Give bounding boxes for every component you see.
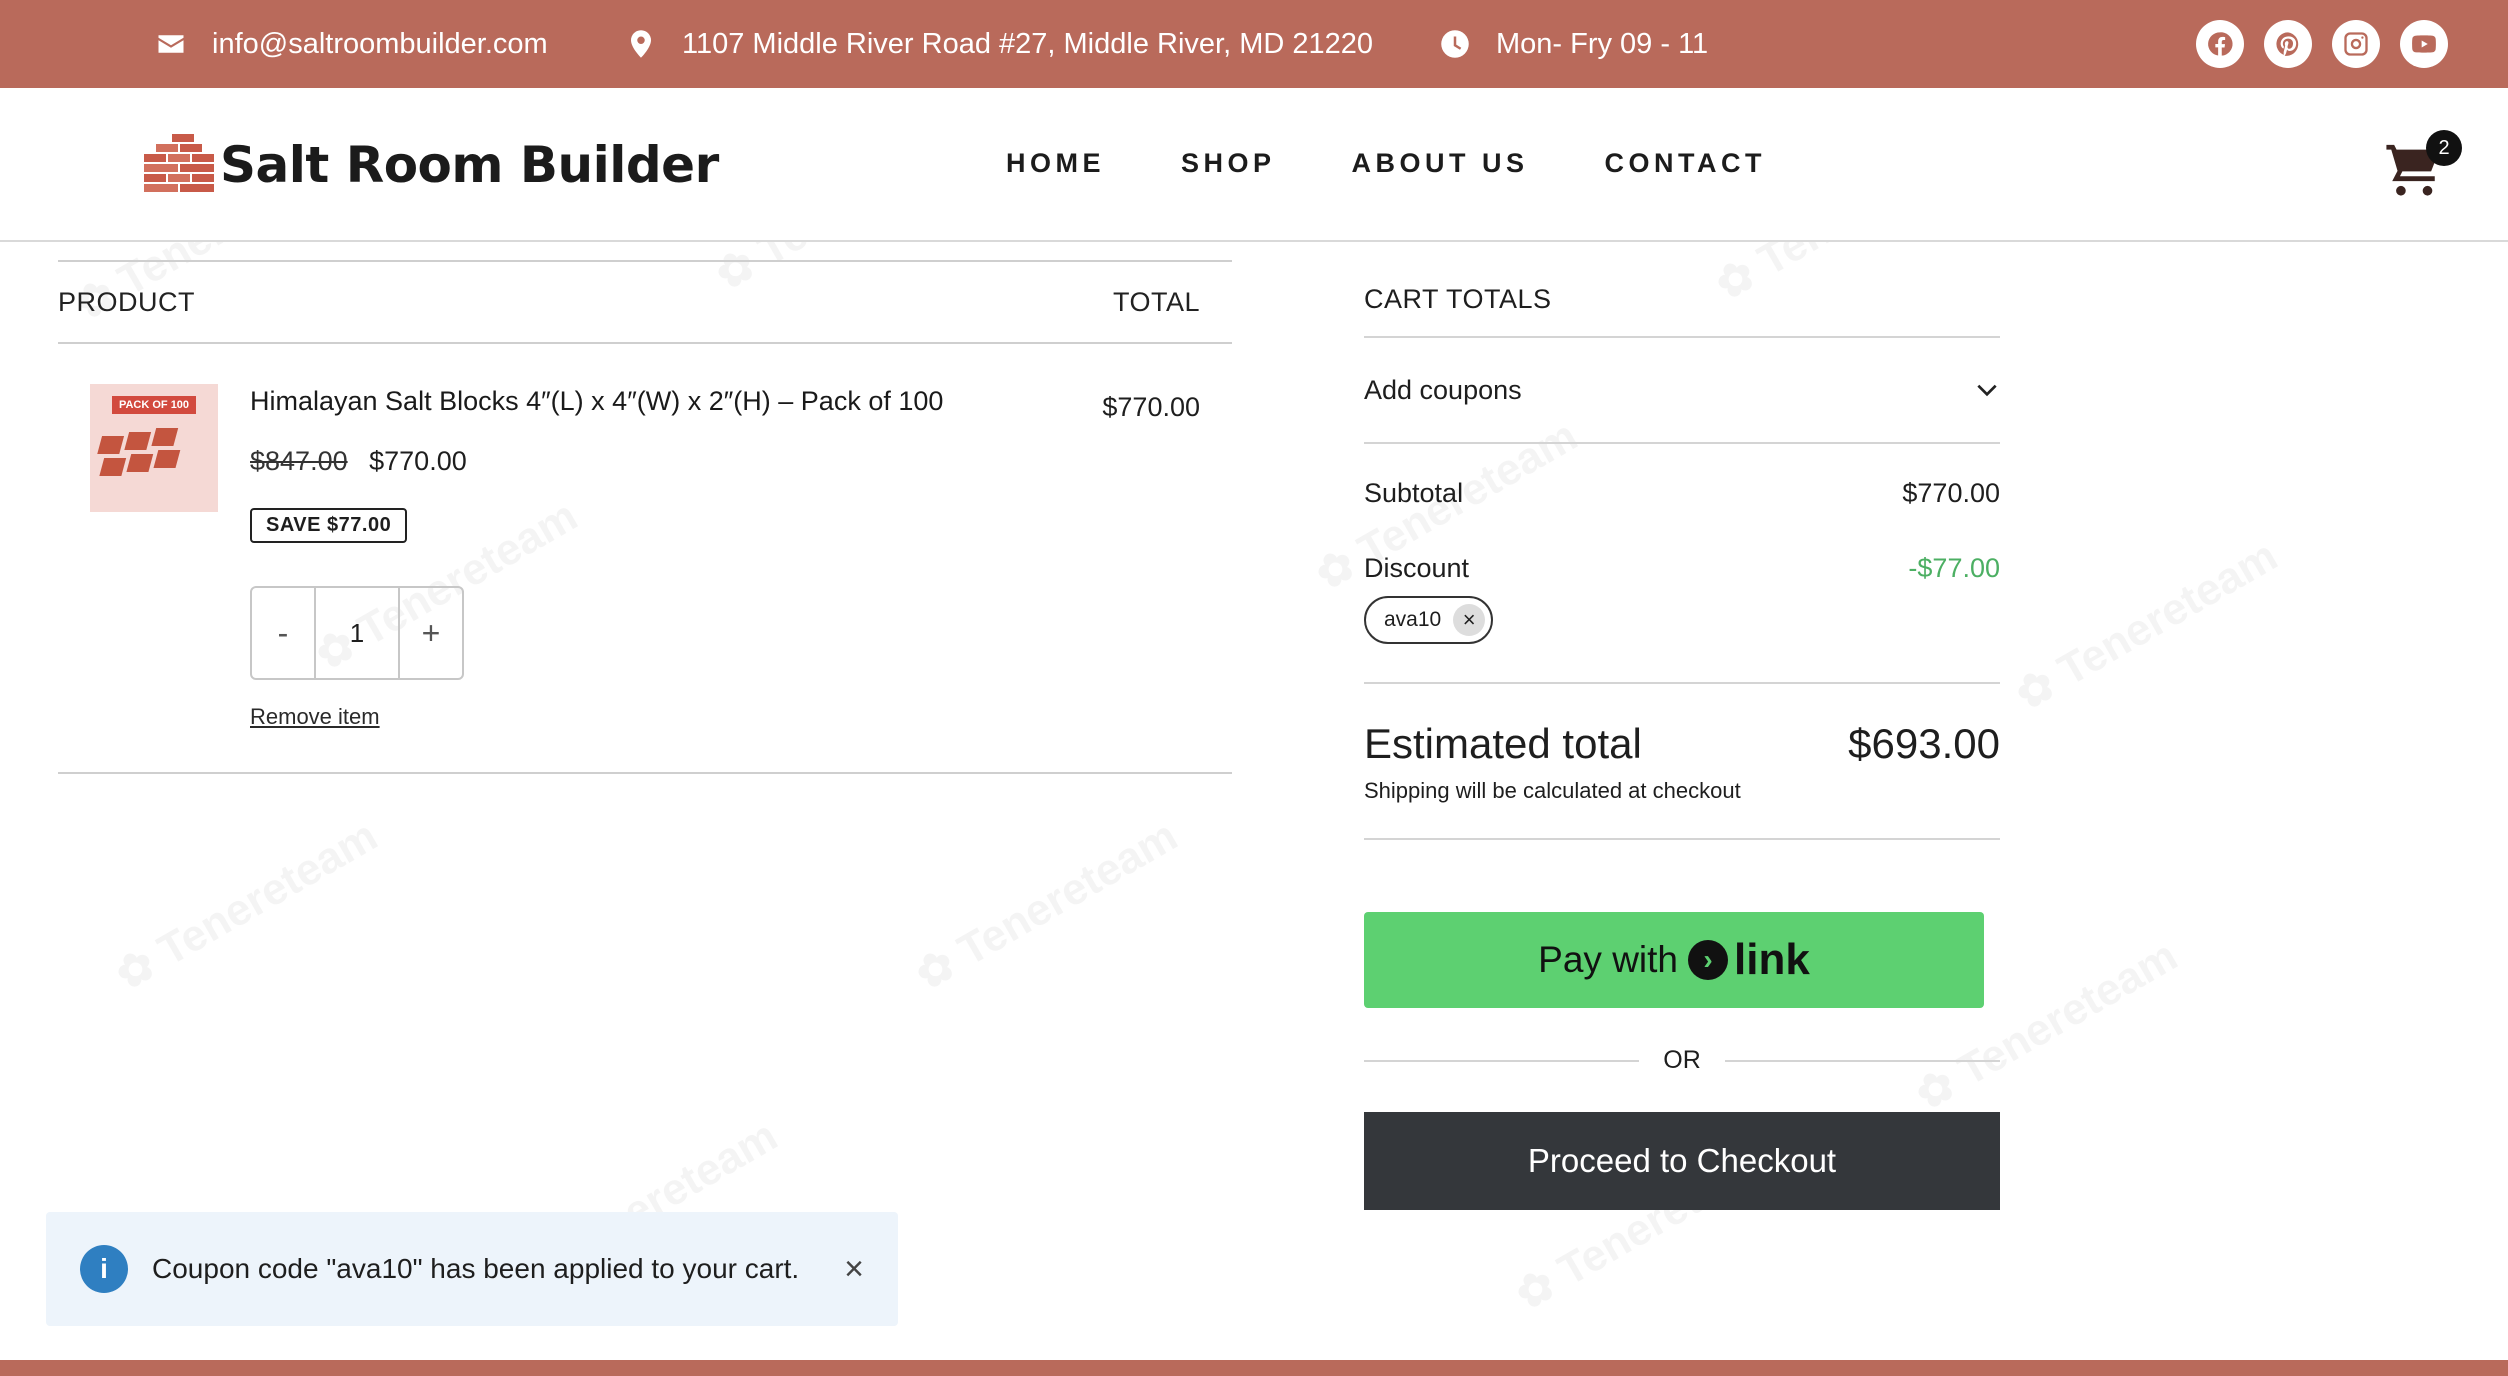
divider-line <box>1364 1059 1640 1062</box>
envelope-icon <box>158 35 184 53</box>
proceed-to-checkout-button[interactable]: Proceed to Checkout <box>1364 1112 2000 1210</box>
line-total: $770.00 <box>1102 392 1200 422</box>
or-divider: OR <box>1364 1046 2000 1075</box>
savings-badge: SAVE $77.00 <box>250 508 408 543</box>
nav-contact[interactable]: CONTACT <box>1605 148 1766 179</box>
address-text: 1107 Middle River Road #27, Middle River… <box>682 27 1373 60</box>
or-text: OR <box>1663 1046 1701 1074</box>
watermark: ✿ Tenereteam <box>107 810 386 1001</box>
footer-bar <box>0 1360 2508 1376</box>
sale-price: $770.00 <box>369 446 467 476</box>
instagram-icon <box>2344 32 2368 56</box>
main-nav: HOME SHOP ABOUT US CONTACT <box>1006 148 1842 179</box>
top-info-bar: info@saltroombuilder.com 1107 Middle Riv… <box>0 0 2508 88</box>
add-coupons-toggle[interactable]: Add coupons <box>1364 338 2000 444</box>
close-icon: × <box>844 1249 864 1288</box>
divider-line <box>1724 1059 2000 1062</box>
watermark: ✿ Tenereteam <box>907 810 1186 1001</box>
divider <box>1364 682 2000 684</box>
link-arrow-icon: › <box>1688 940 1729 980</box>
contact-address[interactable]: 1107 Middle River Road #27, Middle River… <box>626 0 1373 88</box>
site-logo[interactable]: Salt Room Builder <box>142 134 719 196</box>
business-hours: Mon- Fry 09 - 11 <box>1440 0 1708 88</box>
divider <box>58 772 1232 774</box>
nav-home[interactable]: HOME <box>1006 148 1105 179</box>
nav-shop[interactable]: SHOP <box>1181 148 1276 179</box>
facebook-link[interactable] <box>2196 20 2244 68</box>
nav-about-us[interactable]: ABOUT US <box>1352 148 1529 179</box>
close-icon: × <box>1462 607 1476 632</box>
email-text: info@saltroombuilder.com <box>212 27 548 60</box>
subtotal-label: Subtotal <box>1364 478 1464 508</box>
link-brand: › link <box>1688 935 1810 985</box>
pinterest-link[interactable] <box>2264 20 2312 68</box>
notice-message: Coupon code "ava10" has been applied to … <box>152 1253 800 1284</box>
estimated-total-label: Estimated total <box>1364 720 1642 767</box>
cart-totals: CART TOTALS Add coupons Subtotal $770.00… <box>1364 260 2000 1210</box>
cart-button[interactable]: 2 <box>2384 130 2462 200</box>
pay-with-text: Pay with <box>1538 939 1679 980</box>
discount-label: Discount <box>1364 553 1470 583</box>
original-price: $847.00 <box>250 446 348 476</box>
watermark: ✿ Tenereteam <box>2007 530 2286 721</box>
pinterest-icon <box>2276 32 2299 56</box>
info-icon: i <box>80 1245 128 1293</box>
map-pin-icon <box>631 30 651 58</box>
coupon-chip: ava10 × <box>1364 596 1494 644</box>
cart-items-table: PRODUCT TOTAL PACK OF 100 Himalayan Salt… <box>58 260 1232 774</box>
subtotal-row: Subtotal $770.00 <box>1364 478 2000 509</box>
remove-coupon-button[interactable]: × <box>1453 604 1486 636</box>
coupon-applied-notice: i Coupon code "ava10" has been applied t… <box>46 1212 898 1326</box>
chevron-down-icon <box>1977 384 1997 397</box>
site-header: Salt Room Builder HOME SHOP ABOUT US CON… <box>0 88 2508 242</box>
product-price: $847.00 $770.00 <box>250 446 467 477</box>
hours-text: Mon- Fry 09 - 11 <box>1496 27 1709 60</box>
divider <box>1364 838 2000 840</box>
logo-text: Salt Room Builder <box>220 136 719 194</box>
add-coupons-label: Add coupons <box>1364 374 1522 405</box>
estimated-total-row: Estimated total $693.00 <box>1364 720 2000 768</box>
youtube-icon <box>2412 35 2436 53</box>
quantity-increase-button[interactable]: + <box>400 588 462 678</box>
brick-logo-icon <box>144 134 214 192</box>
contact-email[interactable]: info@saltroombuilder.com <box>156 0 548 88</box>
shipping-note: Shipping will be calculated at checkout <box>1364 778 1741 803</box>
social-links <box>2196 20 2448 68</box>
quantity-stepper: - 1 + <box>250 586 464 680</box>
salt-blocks-image <box>97 428 181 476</box>
link-brand-text: link <box>1734 935 1810 984</box>
pay-with-link-button[interactable]: Pay with › link <box>1364 912 1984 1008</box>
discount-value: -$77.00 <box>1908 553 2000 583</box>
product-title[interactable]: Himalayan Salt Blocks 4″(L) x 4″(W) x 2″… <box>250 386 943 417</box>
cart-totals-title: CART TOTALS <box>1364 260 2000 338</box>
discount-row: Discount -$77.00 <box>1364 553 2000 584</box>
quantity-decrease-button[interactable]: - <box>252 588 314 678</box>
facebook-icon <box>2208 32 2233 56</box>
quantity-input[interactable]: 1 <box>314 588 400 678</box>
subtotal-value: $770.00 <box>1902 478 2000 508</box>
product-thumbnail[interactable]: PACK OF 100 <box>90 384 218 512</box>
coupon-code: ava10 <box>1384 608 1442 631</box>
cart-item: PACK OF 100 Himalayan Salt Blocks 4″(L) … <box>58 260 1232 729</box>
cart-count-badge: 2 <box>2426 130 2462 166</box>
close-notice-button[interactable]: × <box>844 1250 864 1289</box>
instagram-link[interactable] <box>2332 20 2380 68</box>
estimated-total-value: $693.00 <box>1848 720 2000 767</box>
remove-item-link[interactable]: Remove item <box>250 704 380 730</box>
youtube-link[interactable] <box>2400 20 2448 68</box>
clock-icon <box>1441 30 1469 58</box>
